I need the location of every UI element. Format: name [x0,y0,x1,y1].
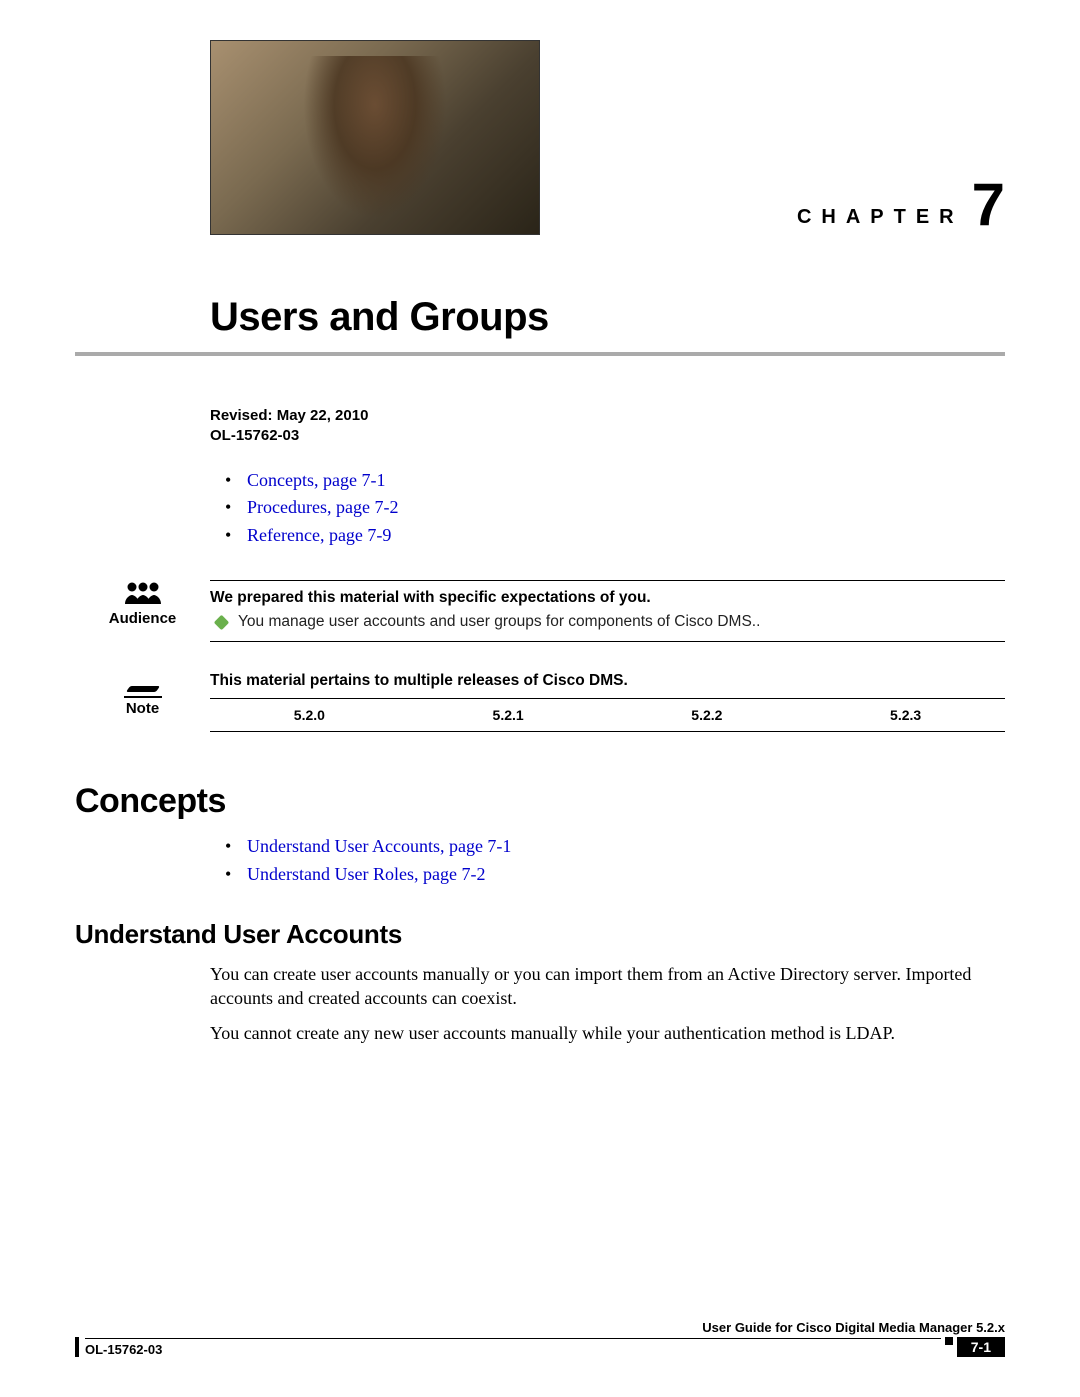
note-label: Note [75,700,210,717]
audience-icon [122,580,164,606]
version-cell: 5.2.0 [210,699,409,731]
chapter-photo [210,40,540,235]
audience-bullet: You manage user accounts and user groups… [210,613,1005,631]
link-procedures[interactable]: Procedures, page 7-2 [225,494,1005,522]
link-concepts[interactable]: Concepts, page 7-1 [225,467,1005,495]
version-cell: 5.2.1 [409,699,608,731]
link-reference[interactable]: Reference, page 7-9 [225,522,1005,550]
footer-page-number: 7-1 [957,1337,1005,1357]
footer-ol: OL-15762-03 [85,1338,941,1357]
chapter-word: CHAPTER [797,206,964,235]
footer-square-icon [945,1337,953,1345]
concepts-heading: Concepts [75,782,1005,821]
page-title: Users and Groups [210,295,1005,340]
audience-label: Audience [75,610,210,627]
version-cell: 5.2.3 [806,699,1005,731]
note-headline: This material pertains to multiple relea… [210,672,1005,690]
note-icon [124,672,162,698]
top-links: Concepts, page 7-1 Procedures, page 7-2 … [225,467,1005,551]
ua-heading: Understand User Accounts [75,919,1005,950]
chapter-label: CHAPTER 7 [797,175,1005,235]
ua-paragraph-1: You can create user accounts manually or… [210,962,1005,1011]
chapter-number: 7 [972,175,1005,235]
ua-paragraph-2: You cannot create any new user accounts … [210,1021,1005,1045]
revised-date: Revised: May 22, 2010 [210,406,1005,426]
footer-bar-icon [75,1337,79,1357]
version-table: 5.2.0 5.2.1 5.2.2 5.2.3 [210,698,1005,732]
version-cell: 5.2.2 [608,699,807,731]
title-rule [75,352,1005,356]
link-understand-user-accounts[interactable]: Understand User Accounts, page 7-1 [225,833,1005,861]
audience-headline: We prepared this material with specific … [210,589,1005,607]
link-understand-user-roles[interactable]: Understand User Roles, page 7-2 [225,861,1005,889]
concepts-links: Understand User Accounts, page 7-1 Under… [225,833,1005,889]
footer-guide: User Guide for Cisco Digital Media Manag… [75,1320,1005,1335]
doc-ol: OL-15762-03 [210,426,1005,446]
